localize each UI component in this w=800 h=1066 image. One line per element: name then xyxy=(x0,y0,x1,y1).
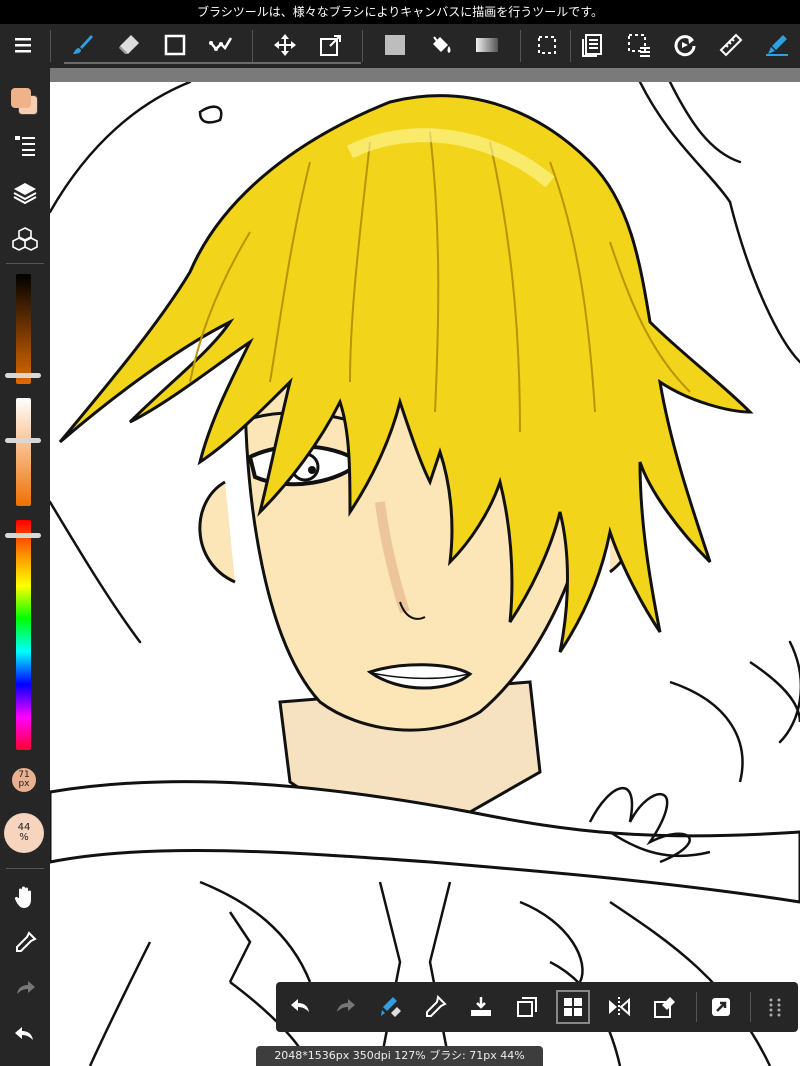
eraser-tool-button[interactable] xyxy=(112,28,146,62)
select-tool-icon xyxy=(628,34,650,57)
brush-eraser-toggle-icon xyxy=(381,997,401,1017)
quick-redo-button[interactable] xyxy=(328,990,362,1024)
hue-slider[interactable] xyxy=(16,520,31,750)
bucket-tool-button[interactable] xyxy=(424,28,458,62)
drawing-canvas[interactable] xyxy=(50,82,800,1066)
saturation-slider[interactable] xyxy=(16,398,31,506)
saturation-slider-handle[interactable] xyxy=(5,438,41,443)
canvas-status-bar: 2048*1536px 350dpi 127% ブラシ: 71px 44% xyxy=(256,1046,543,1066)
brush-eraser-toggle-button[interactable] xyxy=(374,990,408,1024)
eyedropper-icon xyxy=(426,995,447,1017)
select-icon xyxy=(538,36,556,54)
select-tool-button[interactable] xyxy=(530,28,564,62)
opacity-indicator[interactable]: 44 % xyxy=(4,813,44,853)
materials-icon xyxy=(12,227,38,251)
undo-icon xyxy=(291,999,309,1012)
rotate-icon xyxy=(674,35,696,57)
snap-icon xyxy=(766,35,788,56)
tool-hint-bar: ブラシツールは、様々なブラシによりキャンバスに描画を行うツールです。 xyxy=(0,0,800,24)
grip-icon xyxy=(769,998,781,1017)
quick-tile-button[interactable] xyxy=(556,990,590,1024)
quick-copy-layer-button[interactable] xyxy=(510,990,544,1024)
brush-size-indicator[interactable]: 71 px xyxy=(12,768,36,792)
brightness-slider-handle[interactable] xyxy=(5,373,41,378)
brush-icon xyxy=(73,35,93,54)
snap-button[interactable] xyxy=(760,28,794,62)
eyedropper-icon xyxy=(16,931,37,952)
tool-group-indicator xyxy=(64,62,361,64)
quickbar-divider xyxy=(696,992,697,1022)
fill-brush-tool-button[interactable] xyxy=(204,28,238,62)
brush-list-icon xyxy=(15,136,35,156)
quick-clear-button[interactable] xyxy=(648,990,682,1024)
artwork xyxy=(50,82,800,1066)
bucket-icon xyxy=(433,36,451,53)
ruler-icon xyxy=(719,33,743,57)
redo-icon xyxy=(17,981,35,994)
menu-button[interactable] xyxy=(6,28,40,62)
quickbar-grip-handle[interactable] xyxy=(758,990,792,1024)
tile-icon xyxy=(564,998,582,1016)
quickbar-divider xyxy=(750,992,751,1022)
export-icon xyxy=(712,998,730,1016)
toolbar-divider xyxy=(570,30,571,62)
canvas-top-ruler xyxy=(50,68,800,82)
transform-icon xyxy=(320,35,341,56)
redo-icon xyxy=(337,999,355,1012)
fill-brush-icon xyxy=(209,37,233,51)
eyedropper-button[interactable] xyxy=(8,926,42,960)
quick-flip-button[interactable] xyxy=(602,990,636,1024)
toolbar-divider xyxy=(50,30,51,62)
undo-icon xyxy=(15,1027,33,1040)
copy-layer-icon xyxy=(517,997,537,1017)
gradient-tool-button[interactable] xyxy=(470,28,504,62)
transform-tool-button[interactable] xyxy=(314,28,348,62)
shape-icon xyxy=(164,34,186,56)
toolbar-divider xyxy=(362,30,363,62)
layer-copy-icon xyxy=(582,34,602,57)
toolbar-divider xyxy=(520,30,521,62)
quick-toolbar xyxy=(276,982,798,1032)
ruler-button[interactable] xyxy=(714,28,748,62)
clear-icon xyxy=(654,997,675,1018)
left-sidebar: 71 px 44 % xyxy=(0,68,50,1066)
flip-icon xyxy=(609,997,630,1017)
brush-size-unit: px xyxy=(18,779,30,789)
move-icon xyxy=(274,34,296,56)
color-swatch-button[interactable] xyxy=(0,68,50,128)
brush-list-button[interactable] xyxy=(8,128,42,162)
move-tool-button[interactable] xyxy=(268,28,302,62)
opacity-unit: % xyxy=(19,832,29,843)
quick-undo-button[interactable] xyxy=(284,990,318,1024)
brightness-slider[interactable] xyxy=(16,274,31,384)
brush-tool-button[interactable] xyxy=(66,28,100,62)
eraser-icon xyxy=(119,35,139,54)
save-icon xyxy=(471,997,491,1016)
rotate-button[interactable] xyxy=(668,28,702,62)
app-window: ブラシツールは、様々なブラシによりキャンバスに描画を行うツールです。 71 px… xyxy=(0,0,800,1066)
quick-eyedropper-button[interactable] xyxy=(418,990,452,1024)
select-layer-button[interactable] xyxy=(622,28,656,62)
toolbar-divider xyxy=(252,30,253,62)
fill-icon xyxy=(385,35,405,55)
layer-copy-button[interactable] xyxy=(576,28,610,62)
sidebar-divider xyxy=(6,868,44,869)
shape-tool-button[interactable] xyxy=(158,28,192,62)
hand-icon xyxy=(14,886,32,908)
main-color-swatch[interactable] xyxy=(11,88,31,108)
menu-icon xyxy=(15,38,31,53)
quick-save-button[interactable] xyxy=(464,990,498,1024)
gradient-icon xyxy=(476,38,498,52)
undo-button[interactable] xyxy=(8,1018,42,1052)
fill-color-button[interactable] xyxy=(378,28,412,62)
quick-export-button[interactable] xyxy=(704,990,738,1024)
layers-icon xyxy=(13,183,37,205)
redo-button[interactable] xyxy=(8,972,42,1006)
materials-button[interactable] xyxy=(8,222,42,256)
hue-slider-handle[interactable] xyxy=(5,533,41,538)
sidebar-divider xyxy=(6,263,44,264)
layers-button[interactable] xyxy=(8,176,42,210)
hand-tool-button[interactable] xyxy=(8,880,42,914)
